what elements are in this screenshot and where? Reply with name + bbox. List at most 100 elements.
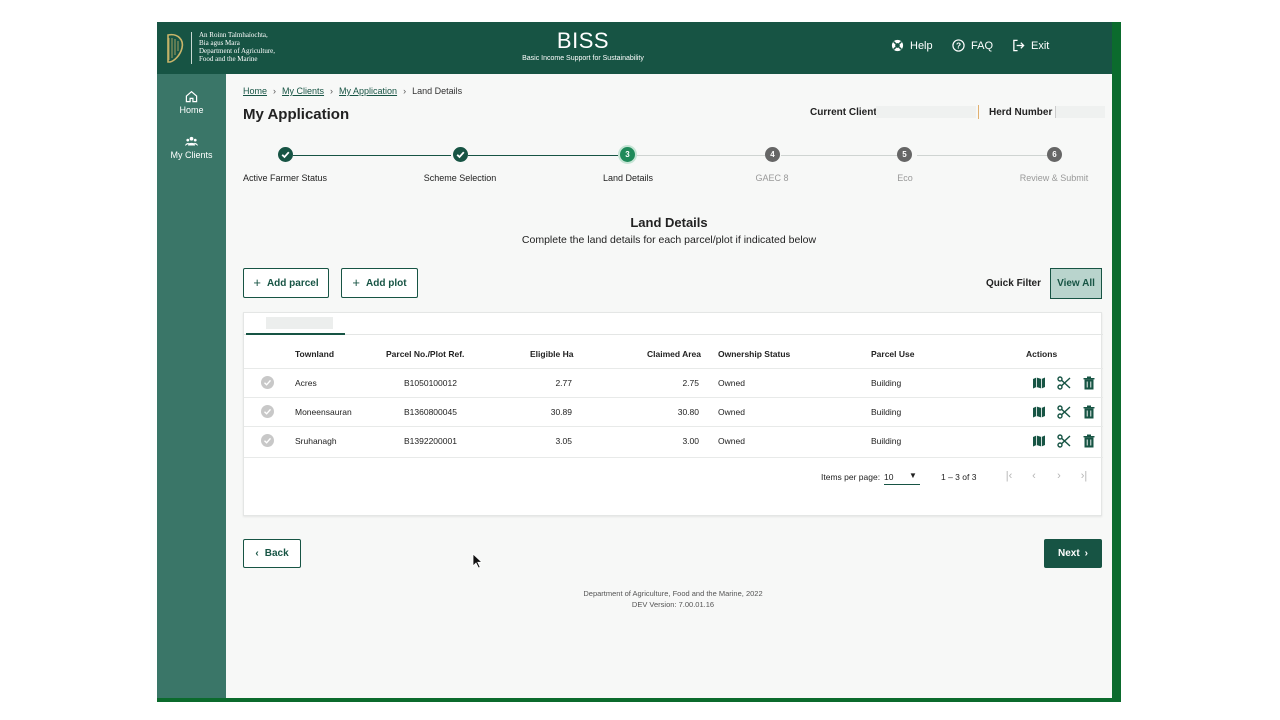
trash-icon[interactable] bbox=[1082, 405, 1096, 419]
app-subtitle: Basic Income Support for Sustainability bbox=[522, 55, 644, 62]
column-header-claimed[interactable]: Claimed Area bbox=[647, 349, 701, 359]
app-window: An Roinn Talmhaíochta, Bia agus Mara Dep… bbox=[157, 22, 1112, 698]
group-icon bbox=[185, 136, 198, 146]
step-connector bbox=[917, 155, 1053, 156]
herd-number-label: Herd Number bbox=[989, 107, 1053, 118]
map-icon[interactable] bbox=[1032, 405, 1046, 419]
trash-icon[interactable] bbox=[1082, 376, 1096, 390]
cell-townland: Moneensauran bbox=[295, 407, 352, 417]
footer-copyright: Department of Agriculture, Food and the … bbox=[583, 589, 763, 598]
map-icon[interactable] bbox=[1032, 376, 1046, 390]
last-page-icon[interactable]: ›| bbox=[1076, 468, 1092, 484]
next-button[interactable]: Next › bbox=[1044, 539, 1102, 568]
paginator: Items per page: 10 ▼ 1 – 3 of 3 |‹ ‹ › ›… bbox=[244, 457, 1103, 495]
cell-townland: Acres bbox=[295, 378, 317, 388]
department-logo[interactable]: An Roinn Talmhaíochta, Bia agus Mara Dep… bbox=[164, 30, 304, 66]
dropdown-arrow-icon: ▼ bbox=[909, 471, 917, 480]
tab-label-redacted bbox=[266, 317, 333, 329]
cell-claimed: 30.80 bbox=[677, 407, 699, 417]
add-plot-button[interactable]: + Add plot bbox=[341, 268, 418, 298]
dept-line-4: Food and the Marine bbox=[199, 55, 258, 63]
step-1-label: Active Farmer Status bbox=[242, 173, 328, 183]
parcels-table-card: Townland Parcel No./Plot Ref. Eligible H… bbox=[243, 312, 1103, 516]
cell-parcel-use: Building bbox=[871, 436, 902, 446]
department-name: An Roinn Talmhaíochta, Bia agus Mara Dep… bbox=[199, 31, 275, 63]
step-5-label: Eco bbox=[897, 173, 913, 183]
cell-parcel: B1360800045 bbox=[404, 407, 457, 417]
scissors-icon[interactable] bbox=[1057, 405, 1071, 419]
cell-parcel-use: Building bbox=[871, 407, 902, 417]
main-content: Home › My Clients › My Application › Lan… bbox=[226, 74, 1112, 698]
chevron-left-icon: ‹ bbox=[255, 548, 259, 559]
chevron-right-icon: › bbox=[1084, 548, 1089, 559]
table-row[interactable]: Sruhanagh B1392200001 3.05 3.00 Owned Bu… bbox=[244, 426, 1103, 455]
faq-label: FAQ bbox=[971, 39, 994, 52]
step-2-label: Scheme Selection bbox=[423, 173, 497, 183]
items-per-page-select[interactable]: 10 ▼ bbox=[884, 467, 920, 485]
add-parcel-button[interactable]: + Add parcel bbox=[243, 268, 329, 298]
chevron-right-icon: › bbox=[330, 86, 334, 96]
question-circle-icon: ? bbox=[952, 39, 965, 52]
plus-icon: + bbox=[352, 275, 361, 290]
items-per-page-label: Items per page: bbox=[821, 472, 881, 482]
dept-line-2: Bia agus Mara bbox=[199, 39, 240, 47]
column-header-ownership[interactable]: Ownership Status bbox=[718, 349, 790, 359]
column-header-parcel[interactable]: Parcel No./Plot Ref. bbox=[386, 349, 464, 359]
column-header-parcel-use[interactable]: Parcel Use bbox=[871, 349, 914, 359]
page-range: 1 – 3 of 3 bbox=[941, 472, 977, 482]
row-status-check-icon[interactable] bbox=[261, 376, 274, 389]
help-label: Help bbox=[910, 39, 933, 52]
breadcrumb-my-clients[interactable]: My Clients bbox=[282, 86, 324, 96]
lifebuoy-icon bbox=[891, 39, 904, 52]
nav-my-clients[interactable]: My Clients bbox=[157, 135, 226, 160]
column-header-townland[interactable]: Townland bbox=[295, 349, 334, 359]
quick-filter-label: Quick Filter bbox=[986, 278, 1042, 289]
back-button[interactable]: ‹ Back bbox=[243, 539, 301, 568]
trash-icon[interactable] bbox=[1082, 434, 1096, 448]
step-6-circle: 6 bbox=[1047, 147, 1062, 162]
nav-clients-label: My Clients bbox=[170, 150, 213, 160]
scissors-icon[interactable] bbox=[1057, 376, 1071, 390]
window-frame: An Roinn Talmhaíochta, Bia agus Mara Dep… bbox=[157, 22, 1121, 702]
step-3-circle: 3 bbox=[620, 147, 635, 162]
nav-home[interactable]: Home bbox=[157, 90, 226, 115]
chevron-right-icon: › bbox=[403, 86, 407, 96]
row-status-check-icon[interactable] bbox=[261, 434, 274, 447]
faq-link[interactable]: ? FAQ bbox=[952, 39, 993, 52]
cell-parcel-use: Building bbox=[871, 378, 902, 388]
breadcrumb-home[interactable]: Home bbox=[243, 86, 267, 96]
side-navigation: Home My Clients bbox=[157, 74, 226, 698]
step-6-label: Review & Submit bbox=[1019, 173, 1089, 183]
plus-icon: + bbox=[253, 275, 261, 290]
page-title: My Application bbox=[243, 106, 350, 123]
cell-parcel: B1050100012 bbox=[404, 378, 457, 388]
tab-active[interactable] bbox=[246, 313, 345, 335]
previous-page-icon[interactable]: ‹ bbox=[1026, 468, 1042, 484]
first-page-icon[interactable]: |‹ bbox=[1001, 468, 1017, 484]
cell-claimed: 2.75 bbox=[682, 378, 699, 388]
scissors-icon[interactable] bbox=[1057, 434, 1071, 448]
exit-link[interactable]: Exit bbox=[1012, 39, 1049, 52]
page-footer: Department of Agriculture, Food and the … bbox=[226, 588, 1112, 610]
step-1-check-icon bbox=[278, 147, 293, 162]
breadcrumb-my-application[interactable]: My Application bbox=[339, 86, 397, 96]
cell-ownership: Owned bbox=[718, 436, 745, 446]
exit-label: Exit bbox=[1031, 39, 1050, 52]
dept-line-3: Department of Agriculture, bbox=[199, 47, 276, 55]
section-title: Land Details bbox=[630, 215, 708, 230]
top-header: An Roinn Talmhaíochta, Bia agus Mara Dep… bbox=[157, 22, 1112, 74]
current-client: Current Client bbox=[810, 105, 979, 119]
cell-townland: Sruhanagh bbox=[295, 436, 337, 446]
add-plot-label: Add plot bbox=[366, 277, 407, 289]
map-icon[interactable] bbox=[1032, 434, 1046, 448]
table-row[interactable]: Moneensauran B1360800045 30.89 30.80 Own… bbox=[244, 397, 1103, 426]
view-all-button[interactable]: View All bbox=[1050, 268, 1102, 299]
next-page-icon[interactable]: › bbox=[1051, 468, 1067, 484]
table-row[interactable]: Acres B1050100012 2.77 2.75 Owned Buildi… bbox=[244, 368, 1103, 397]
row-status-check-icon[interactable] bbox=[261, 405, 274, 418]
current-client-value bbox=[876, 106, 976, 118]
back-label: Back bbox=[264, 548, 289, 559]
home-icon bbox=[185, 90, 198, 103]
help-link[interactable]: Help bbox=[891, 39, 933, 52]
column-header-eligible[interactable]: Eligible Ha bbox=[530, 349, 573, 359]
